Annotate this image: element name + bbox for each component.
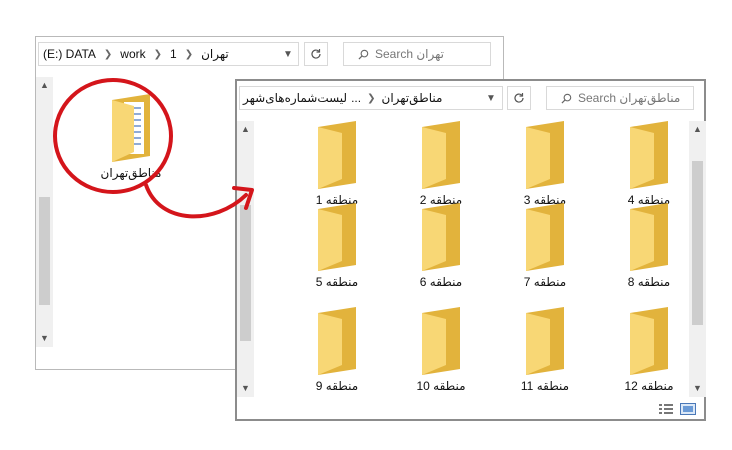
curved-arrow-icon [144,183,248,219]
annotation-overlay [53,78,254,219]
highlight-circle [53,78,173,194]
